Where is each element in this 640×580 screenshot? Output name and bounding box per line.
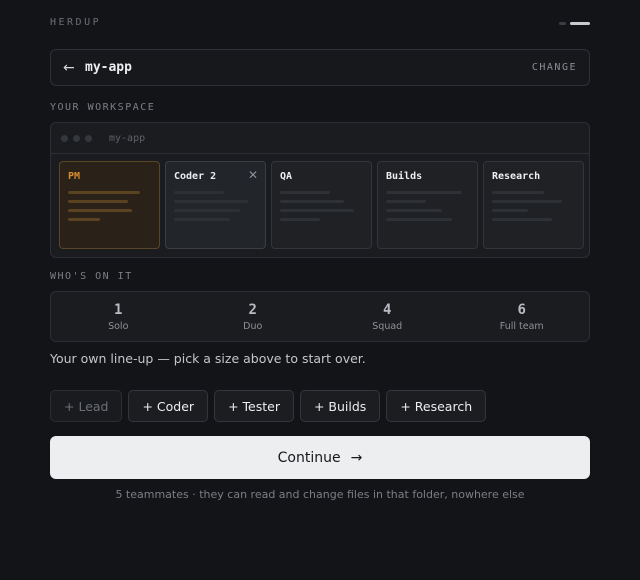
repo-selector: ← my-app CHANGE	[50, 49, 590, 86]
team-size-duo[interactable]: 2 Duo	[186, 292, 321, 341]
team-size-count: 1	[114, 302, 123, 318]
team-size-squad[interactable]: 4 Squad	[320, 292, 455, 341]
pane-builds[interactable]: Builds	[377, 161, 478, 249]
pane-research[interactable]: Research	[483, 161, 584, 249]
add-builds-button[interactable]: + Builds	[299, 390, 381, 422]
pane-coder-2[interactable]: Coder 2 ✕	[165, 161, 266, 249]
close-icon[interactable]: ✕	[248, 168, 258, 182]
step-indicator	[559, 22, 590, 25]
team-size-count: 2	[248, 302, 257, 318]
pane-title: Builds	[386, 171, 423, 182]
role-chip-list: + Lead + Coder + Tester + Builds + Resea…	[50, 390, 487, 422]
window-dot-icon	[61, 134, 68, 142]
window-dot-icon	[73, 134, 80, 142]
workspace-label: YOUR WORKSPACE	[50, 102, 156, 113]
continue-button[interactable]: Continue →	[50, 436, 590, 479]
pane-placeholder-lines	[386, 191, 469, 221]
repo-name: my-app	[85, 60, 132, 75]
arrow-left-icon[interactable]: ←	[63, 60, 85, 76]
team-size-label: WHO'S ON IT	[50, 271, 133, 282]
arrow-right-icon: →	[350, 449, 363, 466]
team-size-full-team[interactable]: 6 Full team	[455, 292, 590, 341]
window-title: my-app	[109, 132, 146, 144]
window-dot-icon	[85, 134, 92, 142]
pane-pm[interactable]: PM	[59, 161, 160, 249]
pane-title: QA	[280, 171, 293, 182]
pane-placeholder-lines	[280, 191, 363, 221]
team-size-count: 6	[517, 302, 526, 318]
team-size-name: Duo	[243, 321, 263, 332]
brand-logo: HERDUP	[50, 17, 102, 28]
continue-label: Continue	[277, 449, 341, 466]
pane-list: PM Coder 2 ✕ QA Builds Research	[59, 161, 584, 249]
team-size-name: Squad	[372, 321, 403, 332]
add-tester-button[interactable]: + Tester	[214, 390, 294, 422]
pane-placeholder-lines	[492, 191, 575, 221]
pane-title: Research	[492, 171, 541, 182]
step-dot	[559, 22, 566, 25]
pane-title: Coder 2	[174, 171, 217, 182]
team-size-selector: 1 Solo 2 Duo 4 Squad 6 Full team	[50, 291, 590, 342]
pane-qa[interactable]: QA	[271, 161, 372, 249]
pane-placeholder-lines	[174, 191, 257, 221]
workspace-preview: my-app PM Coder 2 ✕ QA Builds Research	[50, 122, 590, 258]
change-repo-button[interactable]: CHANGE	[532, 62, 577, 73]
window-title-bar: my-app	[51, 123, 589, 154]
step-dot-current	[570, 22, 590, 25]
add-lead-button[interactable]: + Lead	[50, 390, 123, 422]
team-size-name: Solo	[108, 321, 129, 332]
pane-placeholder-lines	[68, 191, 151, 221]
footnote: 5 teammates · they can read and change f…	[115, 488, 525, 501]
lineup-note: Your own line-up — pick a size above to …	[50, 351, 366, 366]
team-size-name: Full team	[499, 321, 544, 332]
pane-title: PM	[68, 171, 81, 182]
add-research-button[interactable]: + Research	[386, 390, 487, 422]
team-size-count: 4	[383, 302, 392, 318]
team-size-solo[interactable]: 1 Solo	[51, 292, 186, 341]
add-coder-button[interactable]: + Coder	[128, 390, 209, 422]
